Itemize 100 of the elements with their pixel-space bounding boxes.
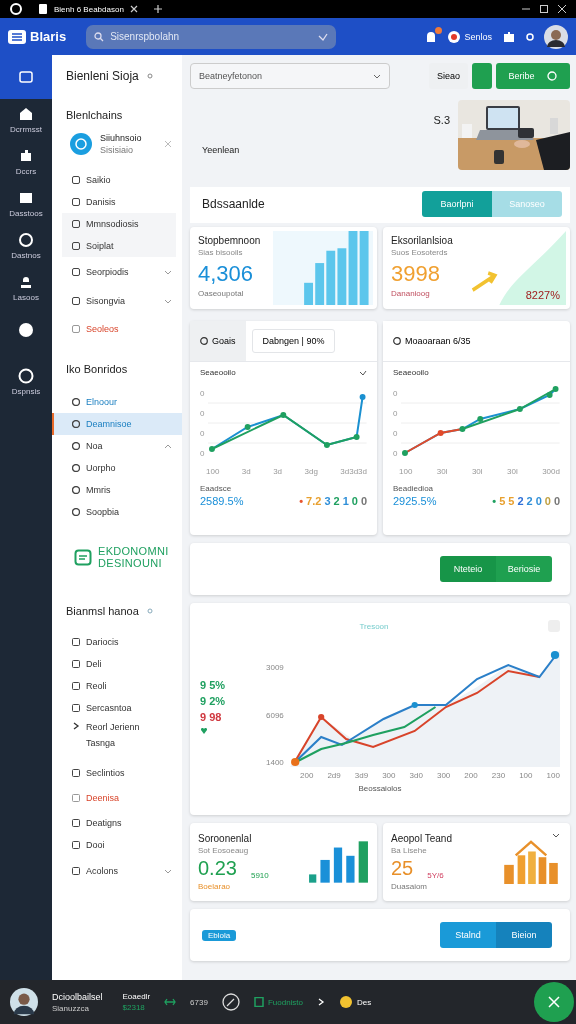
rail-item[interactable]: Dccrs xyxy=(0,141,52,183)
sidebar-item[interactable]: Noa xyxy=(52,435,182,457)
sidebar-item[interactable]: Seclintios xyxy=(52,762,182,784)
sidebar-item[interactable]: Soopbia xyxy=(52,501,182,523)
data-point xyxy=(209,446,216,452)
app-logo: Blaris xyxy=(30,29,67,44)
status-button[interactable]: Senlos xyxy=(448,30,492,43)
axis-tick: 100 xyxy=(519,771,533,780)
brand-text: DESINOUNI xyxy=(98,557,163,569)
card-value: 0.23 xyxy=(198,857,237,880)
sidebar-item[interactable]: Seorpiodis xyxy=(52,257,182,286)
sidebar-item[interactable]: Deatigns xyxy=(52,812,182,834)
data-point xyxy=(438,430,445,436)
square-icon xyxy=(72,296,80,305)
axis-tick: 3dg xyxy=(304,467,318,476)
sidebar-item[interactable]: Dooi xyxy=(52,834,182,856)
sidebar-item[interactable]: Acolons xyxy=(52,856,182,885)
legend-value: 1 xyxy=(342,495,349,507)
heart-icon xyxy=(200,727,208,735)
sidebar-item[interactable]: Reoli xyxy=(52,675,182,697)
maximize-icon[interactable] xyxy=(540,5,548,13)
sidebar-item[interactable]: Uorpho xyxy=(52,457,182,479)
chart-tab[interactable]: Goais xyxy=(190,321,246,361)
toolbar-button[interactable]: Sieao xyxy=(428,63,468,89)
task-link[interactable]: Fuodnisto xyxy=(253,997,304,1007)
sidebar-item[interactable]: Seoleos xyxy=(52,315,182,343)
stat-value: 9 2% xyxy=(200,695,226,707)
data-point xyxy=(517,406,524,412)
user-name: Dcioolbailsel xyxy=(52,991,103,1002)
floating-action-button[interactable] xyxy=(534,982,574,1022)
sidebar-title: Bienleni Sioja xyxy=(66,69,139,83)
chevron-right-icon[interactable] xyxy=(317,998,326,1006)
square-icon xyxy=(72,220,80,228)
sidebar-item[interactable]: Dariocis xyxy=(52,631,182,653)
square-icon xyxy=(72,794,80,802)
search-field[interactable]: Sisenrspbolahn xyxy=(86,24,337,49)
section-heading: Blenlchains xyxy=(65,108,124,123)
sidebar-item[interactable]: Mmris xyxy=(52,479,182,501)
axis-tick: 200 xyxy=(464,771,478,780)
axis-tick: 0 xyxy=(393,408,398,418)
rail-item[interactable]: Dasstoos xyxy=(0,183,52,225)
sidebar-item[interactable]: Saikio xyxy=(52,169,182,191)
rail-item[interactable]: Dcrrmsst xyxy=(0,99,52,141)
sidebar-item[interactable]: Sisongvia xyxy=(52,286,182,315)
puzzle-icon xyxy=(18,148,34,164)
square-icon xyxy=(72,819,80,827)
circle-icon xyxy=(393,337,401,345)
legend-value: 0 xyxy=(351,495,358,507)
plus-icon[interactable] xyxy=(153,5,162,13)
dropdown[interactable]: Beatneyfetonon xyxy=(190,63,390,89)
browser-tab[interactable]: Bienh 6 Beabdason xyxy=(32,0,144,18)
minimize-icon[interactable] xyxy=(522,5,530,13)
compass-icon[interactable] xyxy=(221,993,240,1011)
axis-tick: 0 xyxy=(393,428,398,438)
chevron-down-icon[interactable] xyxy=(552,831,560,839)
profile-subtitle: Sisisiaio xyxy=(100,145,134,155)
check-icon[interactable] xyxy=(359,368,367,377)
sidebar-item[interactable]: Deli xyxy=(52,653,182,675)
axis-tick: 0 xyxy=(200,448,205,458)
check-icon xyxy=(318,31,329,42)
legend-value: • xyxy=(299,495,304,507)
chart-tab[interactable]: Moaoaraan 6/35 xyxy=(383,321,481,361)
action-button[interactable]: Nteteio xyxy=(440,556,496,582)
axis-tick: 3d xyxy=(241,467,251,476)
legend-value: 2 xyxy=(526,495,533,507)
sidebar-item[interactable]: Danisis xyxy=(52,191,182,213)
document-icon xyxy=(18,69,34,85)
kpi-note: Dananioog xyxy=(391,289,431,298)
action-button[interactable]: Bieion xyxy=(496,922,552,948)
square-icon xyxy=(72,866,80,875)
kpi-value: 4,306 xyxy=(198,261,255,287)
axis-tick: 3d9 xyxy=(354,771,369,780)
sidebar-item[interactable]: Elnoour xyxy=(52,391,182,413)
count-label: 6739 xyxy=(190,997,208,1007)
rail-item[interactable]: Dspnsis xyxy=(0,361,52,403)
axis-tick: 300 xyxy=(436,771,451,780)
sidebar-item[interactable]: Soiplat xyxy=(62,235,176,257)
rail-item[interactable]: Dastnos xyxy=(0,225,52,267)
rail-item[interactable]: Lasoos xyxy=(0,267,52,309)
sidebar-item[interactable]: Reorl Jerienn Tasnga xyxy=(52,719,182,762)
sidebar-item[interactable]: Sercasntoa xyxy=(52,697,182,719)
legend-value: 0 xyxy=(360,495,367,507)
close-icon[interactable] xyxy=(558,5,566,13)
chart-tab[interactable]: Dabngen | 90% xyxy=(251,329,336,353)
sidebar-item[interactable]: Mmnsodiosis xyxy=(62,213,176,235)
puzzle-icon[interactable] xyxy=(502,29,516,44)
arrows-icon xyxy=(164,996,177,1008)
chevron-down-icon xyxy=(373,72,381,80)
browser-icon xyxy=(10,3,22,15)
square-icon xyxy=(72,841,80,849)
avatar[interactable] xyxy=(544,24,568,49)
legend-value: 5 xyxy=(499,495,506,507)
square-icon xyxy=(72,267,80,276)
stat-value: 9 5% xyxy=(200,679,226,691)
section-heading: Iko Bonridos xyxy=(65,362,129,377)
legend-value: 2 xyxy=(517,495,524,507)
close-icon[interactable] xyxy=(129,5,138,13)
sidebar-item[interactable]: Deenisa xyxy=(52,784,182,812)
sidebar-item[interactable]: Deamnisoe xyxy=(52,413,182,435)
coin-icon xyxy=(339,995,354,1009)
